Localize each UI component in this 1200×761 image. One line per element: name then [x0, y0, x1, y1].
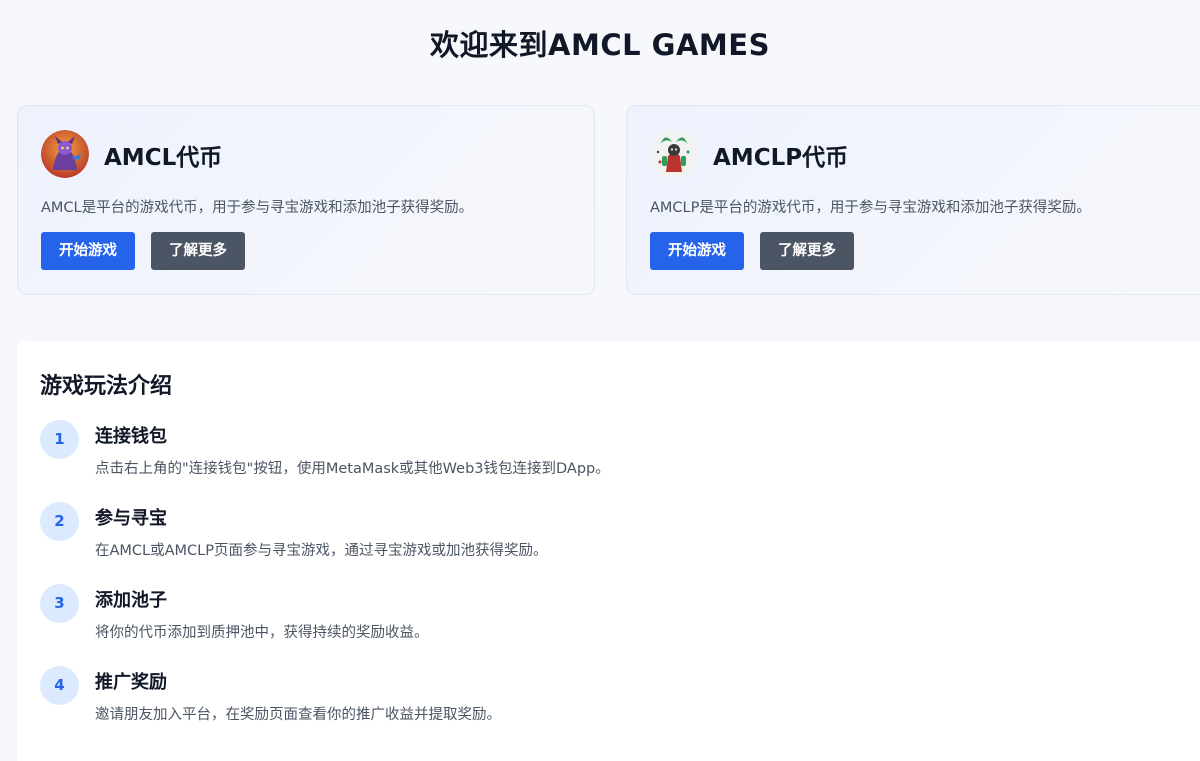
step-number-badge: 4: [40, 666, 79, 705]
start-game-button[interactable]: 开始游戏: [41, 232, 135, 270]
learn-more-button[interactable]: 了解更多: [760, 232, 854, 270]
step-title: 参与寻宝: [95, 508, 167, 529]
gameplay-guide-panel: 游戏玩法介绍 1 连接钱包 点击右上角的"连接钱包"按钮，使用MetaMask或…: [17, 341, 1200, 761]
step-number-badge: 2: [40, 502, 79, 541]
step-description: 点击右上角的"连接钱包"按钮，使用MetaMask或其他Web3钱包连接到DAp…: [95, 461, 610, 477]
step-description: 邀请朋友加入平台，在奖励页面查看你的推广收益并提取奖励。: [95, 707, 501, 723]
page-title: 欢迎来到AMCL GAMES: [430, 28, 770, 62]
step-number-badge: 1: [40, 420, 79, 459]
guide-step: 1 连接钱包 点击右上角的"连接钱包"按钮，使用MetaMask或其他Web3钱…: [40, 420, 940, 480]
step-description: 将你的代币添加到质押池中，获得持续的奖励收益。: [95, 625, 429, 641]
start-game-button[interactable]: 开始游戏: [650, 232, 744, 270]
guide-step: 2 参与寻宝 在AMCL或AMCLP页面参与寻宝游戏，通过寻宝游戏或加池获得奖励…: [40, 502, 940, 562]
step-description: 在AMCL或AMCLP页面参与寻宝游戏，通过寻宝游戏或加池获得奖励。: [95, 543, 548, 559]
token-name: AMCL代币: [104, 145, 223, 171]
guide-step: 3 添加池子 将你的代币添加到质押池中，获得持续的奖励收益。: [40, 584, 940, 644]
amclp-token-avatar-icon: [650, 130, 698, 178]
amcl-token-avatar-icon: [41, 130, 89, 178]
token-name: AMCLP代币: [713, 145, 849, 171]
step-title: 推广奖励: [95, 672, 167, 693]
token-description: AMCL是平台的游戏代币，用于参与寻宝游戏和添加池子获得奖励。: [41, 200, 474, 216]
guide-title: 游戏玩法介绍: [40, 374, 173, 399]
learn-more-button[interactable]: 了解更多: [151, 232, 245, 270]
token-card-amcl: AMCL代币 AMCL是平台的游戏代币，用于参与寻宝游戏和添加池子获得奖励。 开…: [17, 105, 595, 295]
step-title: 连接钱包: [95, 426, 167, 447]
token-description: AMCLP是平台的游戏代币，用于参与寻宝游戏和添加池子获得奖励。: [650, 200, 1091, 216]
step-number-badge: 3: [40, 584, 79, 623]
token-card-amclp: AMCLP代币 AMCLP是平台的游戏代币，用于参与寻宝游戏和添加池子获得奖励。…: [626, 105, 1200, 295]
step-title: 添加池子: [95, 590, 167, 611]
guide-step: 4 推广奖励 邀请朋友加入平台，在奖励页面查看你的推广收益并提取奖励。: [40, 666, 940, 726]
